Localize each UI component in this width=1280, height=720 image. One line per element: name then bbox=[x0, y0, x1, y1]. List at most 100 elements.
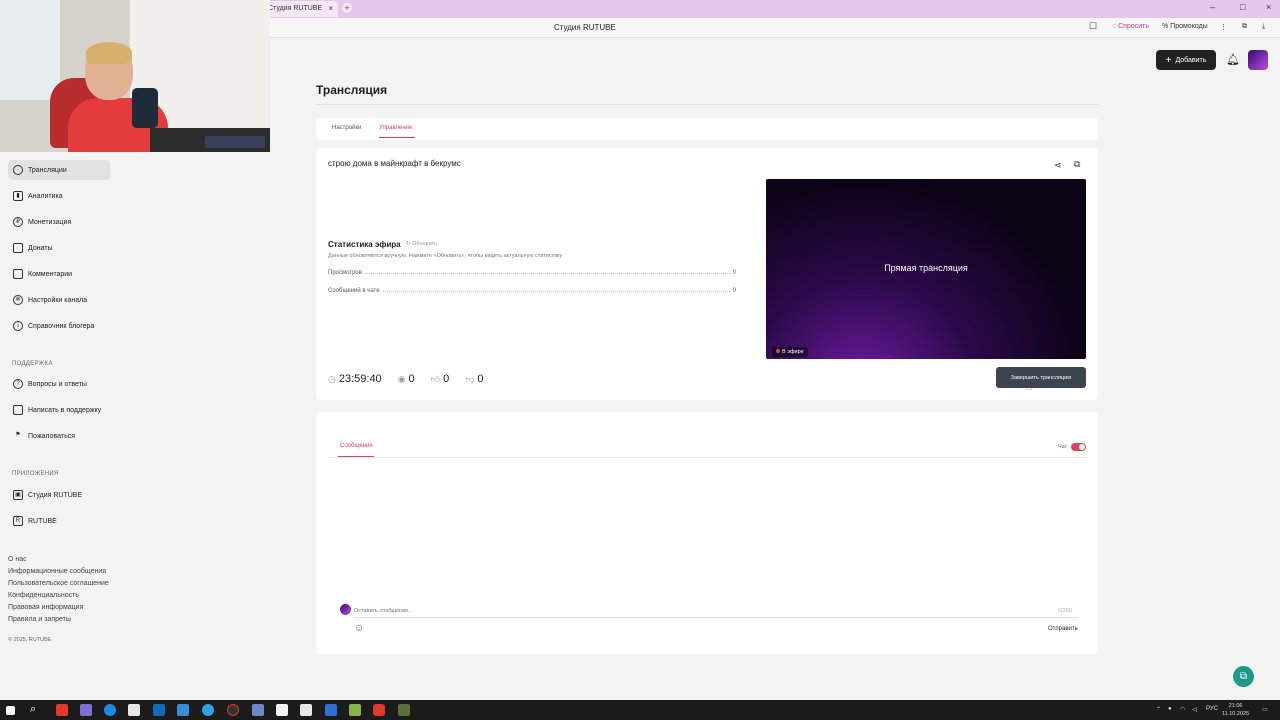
help-chat-button[interactable]: ⧉ bbox=[1233, 666, 1254, 687]
thumbs-down-icon: 👎︎ bbox=[465, 373, 475, 384]
new-tab-button[interactable]: + bbox=[342, 3, 352, 13]
mail-icon bbox=[13, 405, 23, 415]
avatar[interactable] bbox=[1248, 50, 1268, 70]
browser-tab[interactable]: Студия RUTUBE × bbox=[262, 1, 338, 17]
language-indicator[interactable]: РУС bbox=[1206, 706, 1218, 712]
sidebar-item-broadcasts[interactable]: · Трансляции bbox=[8, 160, 110, 180]
broadcast-icon: · bbox=[13, 165, 23, 175]
thumbs-up-icon: 👍︎ bbox=[430, 373, 441, 384]
store-icon[interactable] bbox=[128, 704, 140, 716]
yandex-browser-icon[interactable] bbox=[373, 704, 385, 716]
bell-icon[interactable]: 🔔︎ bbox=[1226, 53, 1240, 66]
clock-icon: ◷ bbox=[328, 373, 336, 384]
tab-messages[interactable]: Сообщения bbox=[340, 443, 373, 449]
plus-icon: + bbox=[1165, 54, 1172, 66]
notifications-icon[interactable]: ▭ bbox=[1262, 706, 1268, 713]
hand-cursor-icon: ☝︎ bbox=[1026, 382, 1033, 393]
dislikes-stat: 👎︎ 0 bbox=[465, 373, 484, 385]
chat-tab-underline bbox=[338, 456, 374, 457]
tray-chevron-icon[interactable]: ⌃ bbox=[1156, 706, 1161, 713]
app-icon[interactable] bbox=[325, 704, 337, 716]
sidebar-item-channel-settings[interactable]: ✲ Настройки канала bbox=[8, 290, 110, 310]
apps-section-head: ПРИЛОЖЕНИЯ bbox=[12, 471, 59, 477]
footer-link-user-agreement[interactable]: Пользовательское соглашение bbox=[8, 580, 109, 587]
app-icon[interactable] bbox=[80, 704, 92, 716]
tab-active-underline bbox=[379, 137, 415, 138]
editor-icon[interactable] bbox=[300, 704, 312, 716]
dotted-leader bbox=[382, 291, 730, 292]
sidebar-item-comments[interactable]: Комментарии bbox=[8, 264, 110, 284]
y-app-icon[interactable] bbox=[252, 704, 264, 716]
clock-time: 21:06 bbox=[1228, 703, 1243, 709]
outlook-icon[interactable] bbox=[153, 704, 165, 716]
flag-icon: ⚑ bbox=[15, 432, 21, 438]
sidebar-item-contact-support[interactable]: Написать в поддержку bbox=[8, 400, 110, 420]
promo-button[interactable]: % Промокоды bbox=[1162, 23, 1208, 30]
wallet-icon bbox=[13, 243, 23, 253]
sidebar-item-faq[interactable]: ? Вопросы и ответы bbox=[8, 374, 110, 394]
minimize-icon[interactable]: – bbox=[1210, 2, 1215, 12]
sidebar-item-analytics[interactable]: ▮ Аналитика bbox=[8, 186, 110, 206]
emoji-icon[interactable]: ☺ bbox=[354, 623, 364, 634]
chat-card: Сообщения Чат 0/200 ☺ Отправить bbox=[316, 412, 1098, 654]
footer-link-rules[interactable]: Правила и запреты bbox=[8, 616, 71, 623]
rutube-studio-icon: ▣ bbox=[13, 490, 23, 500]
game-icon[interactable] bbox=[398, 704, 410, 716]
ask-button[interactable]: ◌ Спросить bbox=[1112, 23, 1149, 30]
rutube-icon: R bbox=[13, 516, 23, 526]
tabs-card: Настройки Управление bbox=[316, 118, 1098, 140]
volume-icon[interactable]: ◁ bbox=[1192, 706, 1197, 713]
notepad-icon[interactable] bbox=[276, 704, 288, 716]
footer-link-privacy[interactable]: Конфиденциальность bbox=[8, 592, 79, 599]
menu-icon[interactable]: ⋮ bbox=[1220, 23, 1227, 31]
footer-link-info-messages[interactable]: Информационные сообщения bbox=[8, 568, 106, 575]
question-icon: ? bbox=[13, 379, 23, 389]
page-title: Трансляция bbox=[316, 83, 388, 97]
sidebar-item-monetization[interactable]: ₽ Монетизация bbox=[8, 212, 110, 232]
share-icon[interactable]: ⋖ bbox=[1054, 160, 1062, 171]
mic-icon[interactable]: ● bbox=[1168, 706, 1172, 712]
download-icon[interactable]: ⤓ bbox=[1262, 23, 1265, 31]
edge-icon[interactable] bbox=[104, 704, 116, 716]
footer-link-about[interactable]: О нас bbox=[8, 556, 27, 563]
start-icon[interactable] bbox=[6, 706, 15, 715]
sidebar-item-rutube[interactable]: R RUTUBE bbox=[8, 511, 110, 531]
chat-bubbles-icon: ⧉ bbox=[1239, 671, 1248, 682]
tab-management[interactable]: Управление bbox=[379, 125, 412, 131]
open-external-icon[interactable]: ⧉ bbox=[1074, 159, 1080, 170]
tab-settings[interactable]: Настройки bbox=[332, 125, 361, 131]
sidebar-item-report[interactable]: ⚑ Пожаловаться bbox=[8, 426, 110, 446]
telegram-icon[interactable] bbox=[202, 704, 214, 716]
yandex-icon[interactable] bbox=[56, 704, 68, 716]
chat-toggle[interactable] bbox=[1071, 443, 1086, 451]
search-icon[interactable]: ⌕ bbox=[30, 703, 36, 716]
char-counter: 0/200 bbox=[1058, 608, 1072, 614]
clock[interactable]: 21:06 11.10.2025 bbox=[1222, 702, 1249, 718]
sidebar-item-blogger-guide[interactable]: i Справочник блогера bbox=[8, 316, 110, 336]
stream-card: строю дома в майнкрафт в бекрумс ⋖ ⧉ Ста… bbox=[316, 148, 1098, 400]
send-button[interactable]: Отправить bbox=[1048, 626, 1078, 632]
end-stream-button[interactable]: Завершить трансляцию bbox=[996, 367, 1086, 388]
message-input[interactable] bbox=[354, 604, 1078, 618]
window-close-icon[interactable]: × bbox=[1266, 2, 1271, 12]
bookmark-icon[interactable]: ☐ bbox=[1089, 21, 1097, 32]
dotted-leader bbox=[364, 273, 730, 274]
footer-link-legal[interactable]: Правовая информация bbox=[8, 604, 83, 611]
add-button[interactable]: + Добавить bbox=[1156, 50, 1216, 70]
obs-icon[interactable] bbox=[227, 704, 239, 716]
wifi-icon[interactable]: ◠ bbox=[1180, 706, 1185, 713]
sidebar-item-donations[interactable]: Донаты bbox=[8, 238, 110, 258]
refresh-button[interactable]: ↻ Обновить bbox=[406, 241, 437, 247]
viewers-icon: ◉ bbox=[397, 373, 406, 384]
avatar bbox=[340, 604, 351, 615]
sidebar-item-rutube-studio[interactable]: ▣ Студия RUTUBE bbox=[8, 485, 110, 505]
extensions-icon[interactable]: ⧉ bbox=[1242, 23, 1247, 31]
video-player[interactable]: Прямая трансляция В эфире bbox=[766, 179, 1086, 359]
gear-icon: ✲ bbox=[13, 295, 23, 305]
explorer-icon[interactable] bbox=[177, 704, 189, 716]
close-tab-icon[interactable]: × bbox=[328, 4, 333, 13]
maximize-icon[interactable]: □ bbox=[1240, 2, 1245, 12]
minecraft-icon[interactable] bbox=[349, 704, 361, 716]
webcam-overlay bbox=[0, 0, 270, 152]
cam-keyboard bbox=[205, 136, 265, 148]
